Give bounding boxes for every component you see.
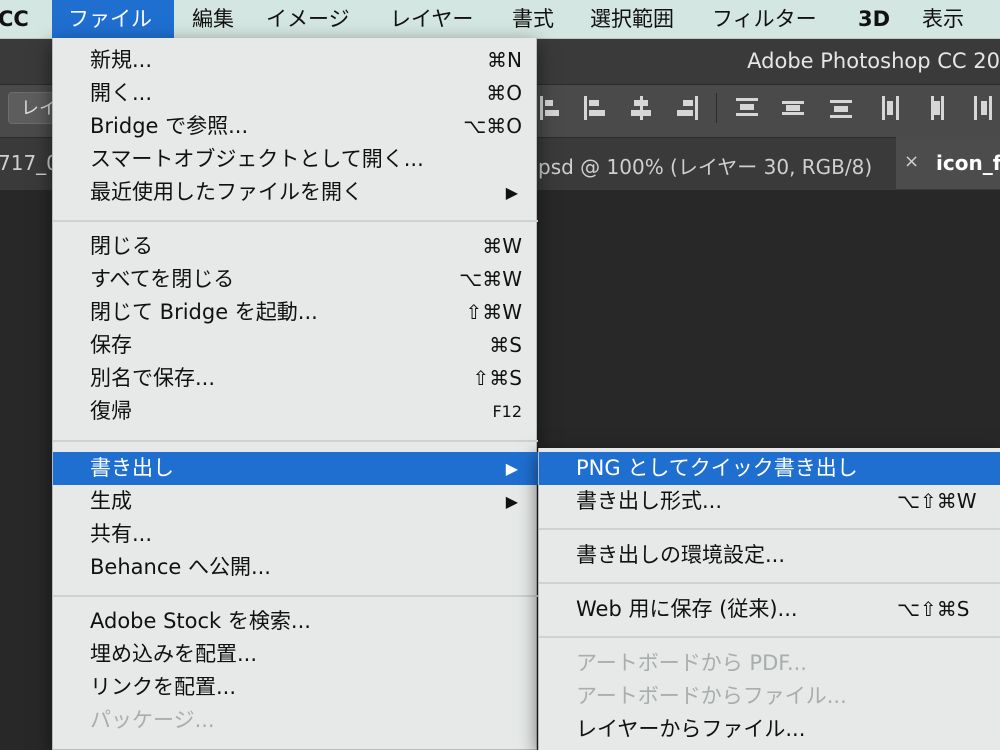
shortcut: ⌘S [489, 333, 522, 357]
shortcut: ⇧⌘S [472, 366, 522, 390]
menu-item-save[interactable]: 保存 ⌘S [53, 329, 538, 362]
menu-item-close-all[interactable]: すべてを閉じる ⌥⌘W [53, 263, 538, 296]
toolbar-divider [716, 93, 717, 123]
distribute-top-icon[interactable] [736, 96, 758, 120]
menu-image[interactable]: イメージ [266, 0, 350, 38]
menu-type[interactable]: 書式 [512, 0, 554, 38]
menu-separator [539, 528, 1000, 530]
document-tab-active-label: icon_fo [936, 151, 1000, 175]
menu-file[interactable]: ファイル [52, 0, 174, 38]
align-horizontal-centers-icon[interactable] [630, 96, 652, 120]
menu-item-revert[interactable]: 復帰 F12 [53, 395, 538, 428]
menu-item-browse-bridge[interactable]: Bridge で参照... ⌥⌘O [53, 110, 538, 143]
menu-item-open-smart-object[interactable]: スマートオブジェクトとして開く... [53, 143, 538, 176]
export-submenu: PNG としてクイック書き出し 書き出し形式... ⌥⇧⌘W 書き出しの環境設定.… [538, 448, 1000, 750]
menu-select[interactable]: 選択範囲 [590, 0, 674, 38]
menu-item-open-recent[interactable]: 最近使用したファイルを開く ▶ [53, 176, 538, 209]
window-title: Adobe Photoshop CC 20 [747, 49, 1000, 73]
file-menu-dropdown: 新規... ⌘N 開く... ⌘O Bridge で参照... ⌥⌘O スマートオブジ… [52, 38, 538, 750]
menu-separator [539, 636, 1000, 638]
menu-item-search-adobe-stock[interactable]: Adobe Stock を検索... [53, 605, 538, 638]
menu-3d[interactable]: 3D [858, 0, 890, 38]
menu-item-new[interactable]: 新規... ⌘N [53, 44, 538, 77]
menu-filter[interactable]: フィルター [712, 0, 817, 38]
shortcut: ⌘N [487, 48, 522, 72]
menu-item-package: パッケージ... [90, 708, 215, 732]
submenu-item-quick-export-png[interactable]: PNG としてクイック書き出し [539, 452, 1000, 485]
distribute-bottom-icon[interactable] [830, 96, 852, 120]
menu-item-open[interactable]: 開く... ⌘O [53, 77, 538, 110]
submenu-item-export-preferences[interactable]: 書き出しの環境設定... [539, 539, 1000, 572]
menu-item-share-behance[interactable]: Behance へ公開... [53, 551, 538, 584]
submenu-arrow-icon: ▶ [505, 459, 518, 478]
close-tab-icon[interactable]: × [904, 151, 919, 172]
menu-layer[interactable]: レイヤー [390, 0, 473, 38]
shortcut: ⇧⌘W [465, 300, 522, 324]
align-right-edges-icon[interactable] [676, 96, 698, 120]
submenu-item-save-for-web[interactable]: Web 用に保存 (従来)... ⌥⇧⌘S [539, 593, 1000, 626]
app-menu[interactable]: CC [0, 0, 29, 38]
menu-item-close-go-bridge[interactable]: 閉じて Bridge を起動... ⇧⌘W [53, 296, 538, 329]
shortcut: ⌥⇧⌘W [897, 489, 977, 513]
menu-item-export[interactable]: 書き出し ▶ [53, 452, 538, 485]
shortcut: F12 [492, 402, 522, 421]
menu-item-place-linked[interactable]: リンクを配置... [53, 671, 538, 704]
menu-bar: CC ファイル 編集 イメージ レイヤー 書式 選択範囲 フィルター 3D 表示 [0, 0, 1000, 39]
distribute-vertical-centers-icon[interactable] [782, 96, 804, 120]
distribute-right-icon[interactable] [972, 96, 994, 120]
document-tab-middle[interactable]: psd @ 100% (レイヤー 30, RGB/8) [538, 151, 872, 180]
menu-item-place-embedded[interactable]: 埋め込みを配置... [53, 638, 538, 671]
align-left-edges-icon[interactable] [584, 96, 606, 120]
submenu-item-export-as[interactable]: 書き出し形式... ⌥⇧⌘W [539, 485, 1000, 518]
distribute-horizontal-centers-icon[interactable] [926, 96, 948, 120]
document-tab-left[interactable]: 717_0 [0, 151, 59, 175]
menu-item-generate[interactable]: 生成 ▶ [53, 485, 538, 518]
shortcut: ⌥⇧⌘S [897, 597, 970, 621]
menu-item-save-as[interactable]: 別名で保存... ⇧⌘S [53, 362, 538, 395]
submenu-item-artboards-to-files: アートボードからファイル... [576, 684, 847, 708]
menu-view[interactable]: 表示 [922, 0, 964, 38]
distribute-left-icon[interactable] [880, 96, 902, 120]
menu-item-close[interactable]: 閉じる ⌘W [53, 230, 538, 263]
submenu-item-artboards-to-pdf: アートボードから PDF... [576, 651, 807, 675]
menu-item-share[interactable]: 共有... [53, 518, 538, 551]
align-top-icon[interactable] [540, 96, 562, 120]
shortcut: ⌥⌘O [463, 114, 522, 138]
shortcut: ⌥⌘W [459, 267, 522, 291]
submenu-arrow-icon: ▶ [505, 492, 518, 511]
shortcut: ⌘O [486, 81, 522, 105]
submenu-arrow-icon: ▶ [505, 183, 518, 202]
menu-separator [53, 220, 538, 222]
menu-edit[interactable]: 編集 [192, 0, 234, 38]
menu-separator [53, 595, 538, 597]
shortcut: ⌘W [482, 234, 522, 258]
menu-separator [539, 582, 1000, 584]
submenu-item-layers-to-files[interactable]: レイヤーからファイル... [539, 713, 1000, 746]
menu-separator [53, 440, 538, 442]
